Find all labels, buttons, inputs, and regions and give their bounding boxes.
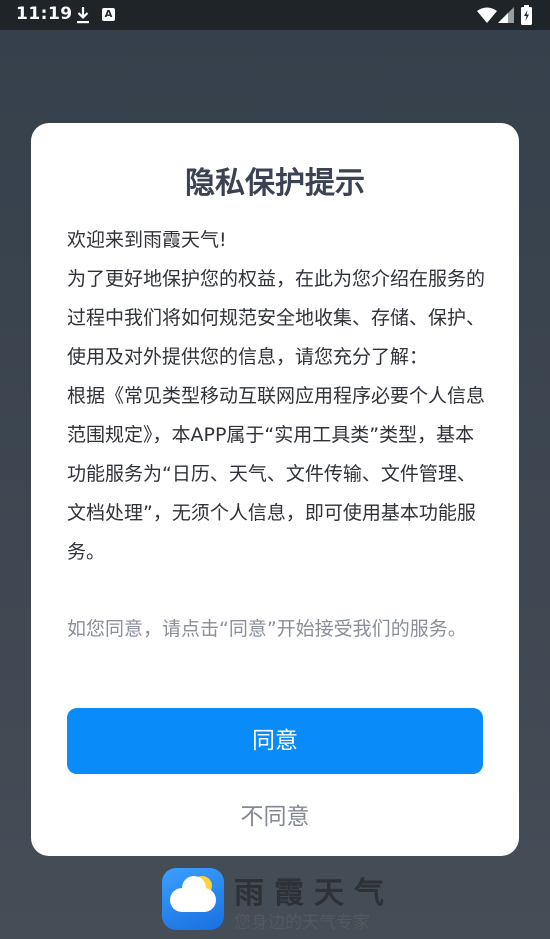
- app-slogan: 您身边的天气专家: [234, 913, 370, 933]
- screen: 11:19 A 雨霞天气 您身边的天气专家 隐私保护提示 欢迎来到雨霞天气! 为…: [0, 0, 550, 939]
- app-branding: 雨霞天气 您身边的天气专家: [162, 868, 394, 933]
- status-time: 11:19: [16, 4, 73, 24]
- body-paragraph: 根据《常见类型移动互联网应用程序必要个人信息范围规定》，本APP属于“实用工具类…: [67, 385, 485, 563]
- app-logo-icon: [162, 868, 224, 930]
- status-bar: 11:19 A: [0, 0, 550, 30]
- disagree-button[interactable]: 不同意: [67, 792, 483, 842]
- app-name: 雨霞天气: [234, 876, 394, 911]
- dialog-title: 隐私保护提示: [185, 166, 365, 201]
- dialog-body[interactable]: 欢迎来到雨霞天气! 为了更好地保护您的权益，在此为您介绍在服务的过程中我们将如何…: [67, 221, 485, 591]
- wifi-icon: [477, 7, 497, 23]
- battery-icon: [521, 5, 532, 25]
- a-icon: A: [102, 8, 115, 21]
- dialog-hint: 如您同意，请点击“同意”开始接受我们的服务。: [67, 618, 467, 640]
- body-paragraph: 为了更好地保护您的权益，在此为您介绍在服务的过程中我们将如何规范安全地收集、存储…: [67, 268, 485, 368]
- body-paragraph: 欢迎来到雨霞天气!: [67, 229, 227, 251]
- download-icon: [77, 7, 89, 24]
- signal-icon: [498, 7, 514, 23]
- agree-button[interactable]: 同意: [67, 708, 483, 774]
